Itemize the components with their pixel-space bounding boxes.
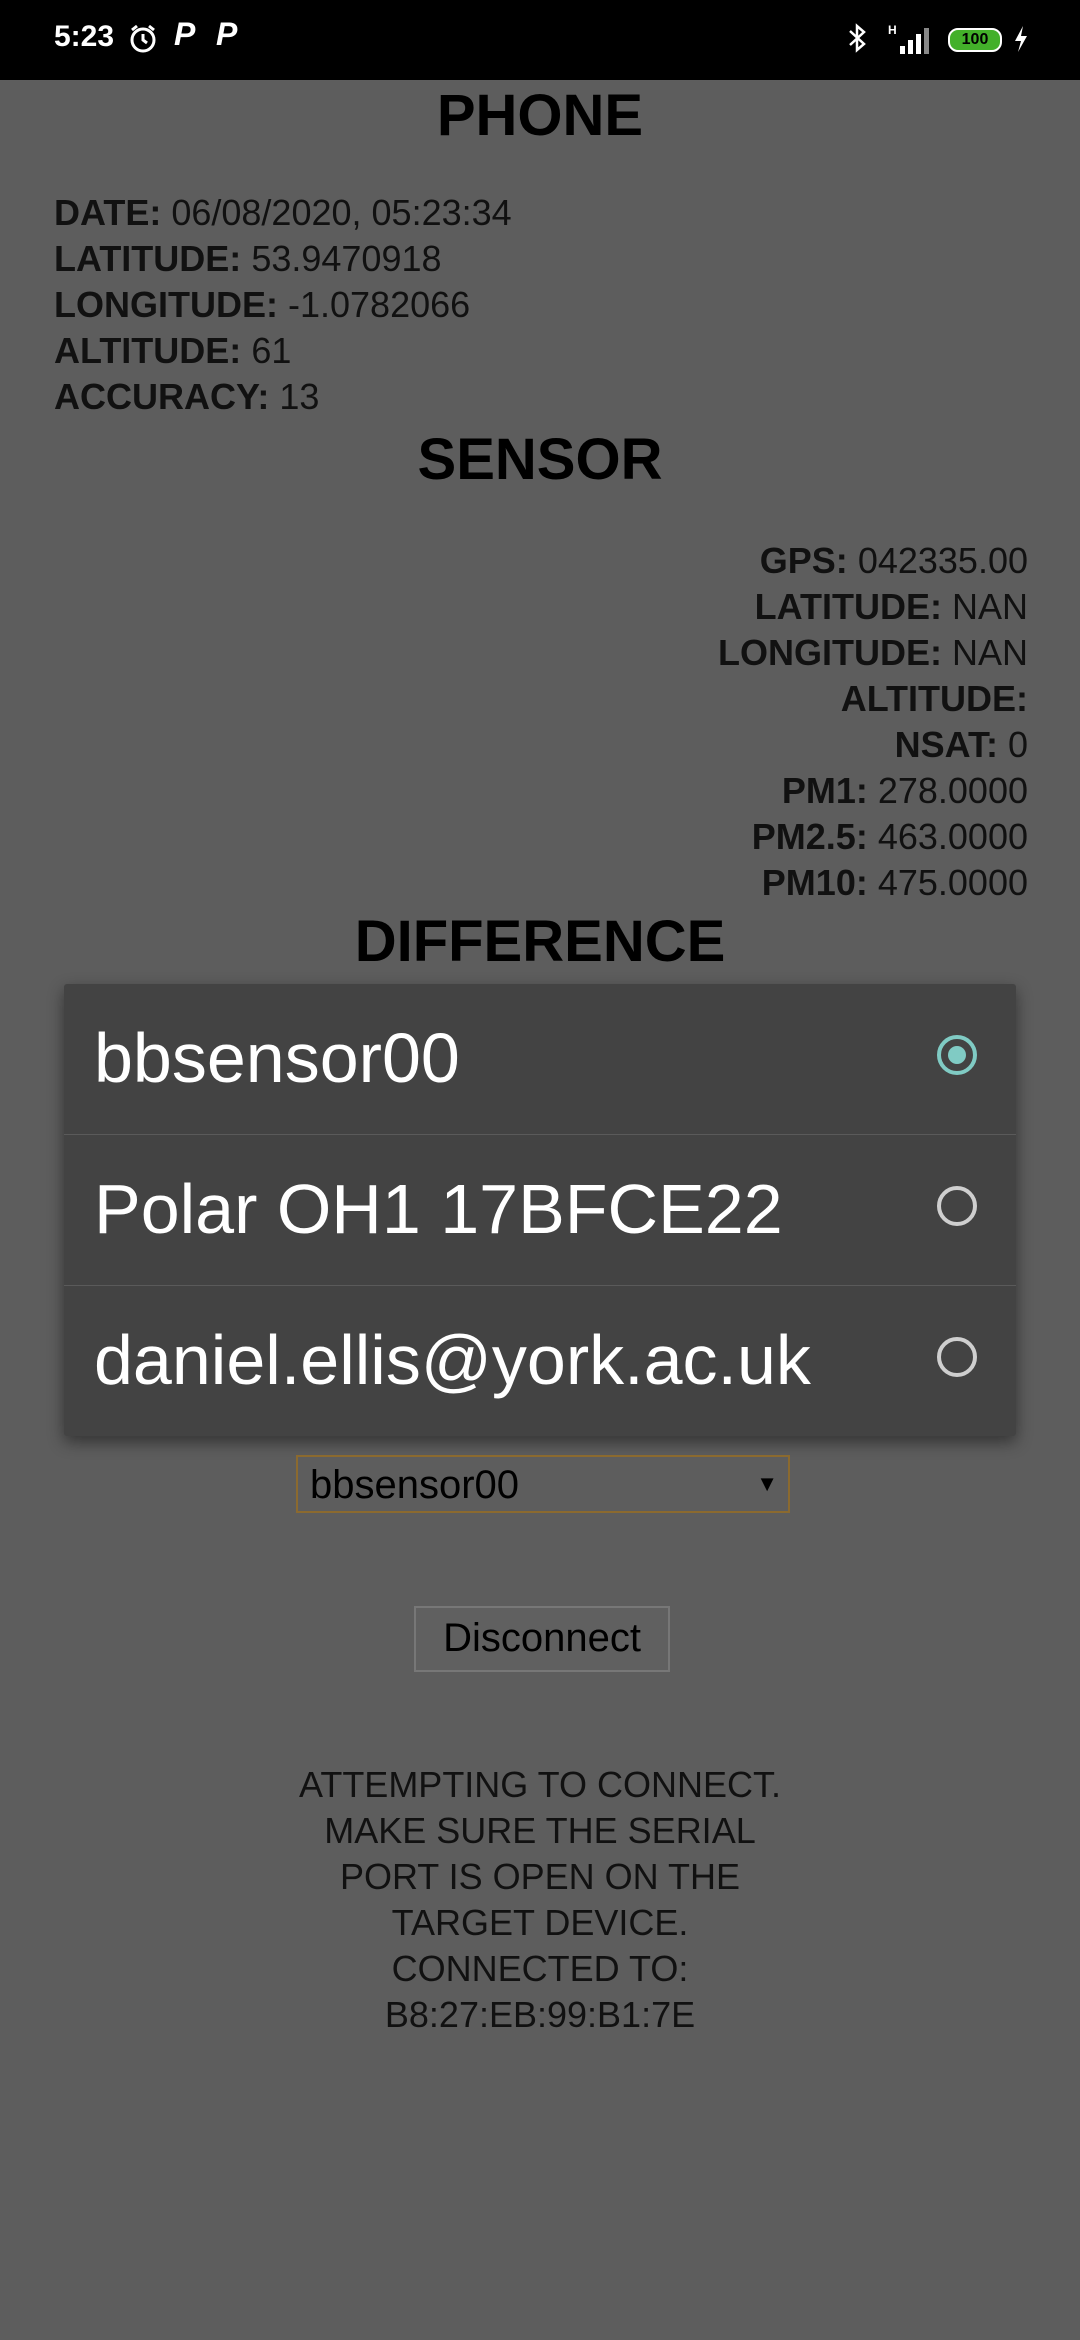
sensor-longitude-row: LONGITUDE: NAN [718, 630, 1028, 676]
phone-latitude-row: LATITUDE: 53.9470918 [54, 236, 512, 282]
bluetooth-icon [846, 22, 870, 59]
status-line: ATTEMPTING TO CONNECT. [298, 1764, 782, 1805]
device-select[interactable]: bbsensor00 ▼ [296, 1455, 790, 1513]
device-option-daniel-ellis[interactable]: daniel.ellis@york.ac.uk [64, 1286, 1016, 1436]
radio-checked-icon[interactable] [937, 1035, 977, 1075]
phone-latitude-value: 53.9470918 [251, 238, 442, 279]
sensor-nsat-row: NSAT: 0 [718, 722, 1028, 768]
phone-date-row: DATE: 06/08/2020, 05:23:34 [54, 190, 512, 236]
radio-unchecked-icon[interactable] [937, 1186, 977, 1226]
status-bar: 5:23 P P H 100 [0, 0, 1080, 80]
sensor-longitude-label: LONGITUDE: [717, 632, 942, 673]
sensor-gps-label: GPS: [759, 540, 848, 581]
svg-text:H: H [888, 23, 897, 37]
phone-altitude-label: ALTITUDE: [54, 330, 242, 371]
parking-notification-icon: P [216, 16, 238, 52]
status-line: TARGET DEVICE. [391, 1902, 689, 1943]
battery-icon: 100 [948, 28, 1002, 52]
sensor-nsat-label: NSAT: [894, 724, 998, 765]
device-option-label: bbsensor00 [94, 1019, 460, 1097]
phone-longitude-label: LONGITUDE: [54, 284, 278, 325]
dropdown-arrow-icon: ▼ [756, 1471, 778, 1496]
alarm-icon [128, 24, 158, 59]
device-option-label: daniel.ellis@york.ac.uk [94, 1321, 811, 1399]
sensor-heading: SENSOR [417, 427, 663, 492]
sensor-pm1-row: PM1: 278.0000 [718, 768, 1028, 814]
sensor-gps-row: GPS: 042335.00 [718, 538, 1028, 584]
connection-status-text: ATTEMPTING TO CONNECT. MAKE SURE THE SER… [240, 1762, 840, 2038]
phone-altitude-row: ALTITUDE: 61 [54, 328, 512, 374]
sensor-pm10-label: PM10: [761, 862, 868, 903]
device-picker-dialog: bbsensor00 Polar OH1 17BFCE22 daniel.ell… [64, 984, 1016, 1436]
phone-accuracy-value: 13 [279, 376, 320, 417]
phone-accuracy-row: ACCURACY: 13 [54, 374, 512, 420]
sensor-gps-value: 042335.00 [857, 540, 1028, 581]
phone-heading: PHONE [436, 83, 644, 148]
device-option-polar-oh1[interactable]: Polar OH1 17BFCE22 [64, 1135, 1016, 1286]
sensor-pm1-label: PM1: [781, 770, 868, 811]
sensor-altitude-label: ALTITUDE: [840, 678, 1028, 719]
phone-date-label: DATE: [54, 192, 162, 233]
phone-info: DATE: 06/08/2020, 05:23:34 LATITUDE: 53.… [54, 190, 512, 420]
status-line: PORT IS OPEN ON THE [339, 1856, 741, 1897]
sensor-longitude-value: NAN [951, 632, 1028, 673]
parking-notification-icon: P [174, 16, 196, 52]
sensor-pm10-value: 475.0000 [877, 862, 1028, 903]
phone-altitude-value: 61 [251, 330, 292, 371]
phone-date-value: 06/08/2020, 05:23:34 [171, 192, 512, 233]
phone-longitude-value: -1.0782066 [288, 284, 471, 325]
radio-unchecked-icon[interactable] [937, 1337, 977, 1377]
status-time: 5:23 [54, 20, 115, 53]
sensor-pm25-value: 463.0000 [877, 816, 1028, 857]
phone-accuracy-label: ACCURACY: [54, 376, 270, 417]
sensor-nsat-value: 0 [1007, 724, 1028, 765]
status-line: MAKE SURE THE SERIAL [324, 1810, 756, 1851]
sensor-pm1-value: 278.0000 [877, 770, 1028, 811]
sensor-altitude-row: ALTITUDE: [718, 676, 1028, 722]
device-option-bbsensor00[interactable]: bbsensor00 [64, 984, 1016, 1135]
status-line: CONNECTED TO: [391, 1948, 689, 1989]
sensor-latitude-value: NAN [951, 586, 1028, 627]
signal-strength-icon: H [886, 22, 936, 61]
device-select-value: bbsensor00 [310, 1463, 520, 1507]
sensor-info: GPS: 042335.00 LATITUDE: NAN LONGITUDE: … [718, 538, 1028, 906]
device-option-label: Polar OH1 17BFCE22 [94, 1170, 783, 1248]
charging-icon [1012, 24, 1030, 59]
sensor-pm10-row: PM10: 475.0000 [718, 860, 1028, 906]
sensor-pm25-row: PM2.5: 463.0000 [718, 814, 1028, 860]
sensor-latitude-label: LATITUDE: [754, 586, 942, 627]
sensor-pm25-label: PM2.5: [751, 816, 868, 857]
status-mac-address: B8:27:EB:99:B1:7E [384, 1994, 696, 2035]
phone-latitude-label: LATITUDE: [54, 238, 242, 279]
difference-heading: DIFFERENCE [354, 909, 726, 974]
sensor-latitude-row: LATITUDE: NAN [718, 584, 1028, 630]
disconnect-button[interactable]: Disconnect [414, 1606, 670, 1672]
phone-longitude-row: LONGITUDE: -1.0782066 [54, 282, 512, 328]
